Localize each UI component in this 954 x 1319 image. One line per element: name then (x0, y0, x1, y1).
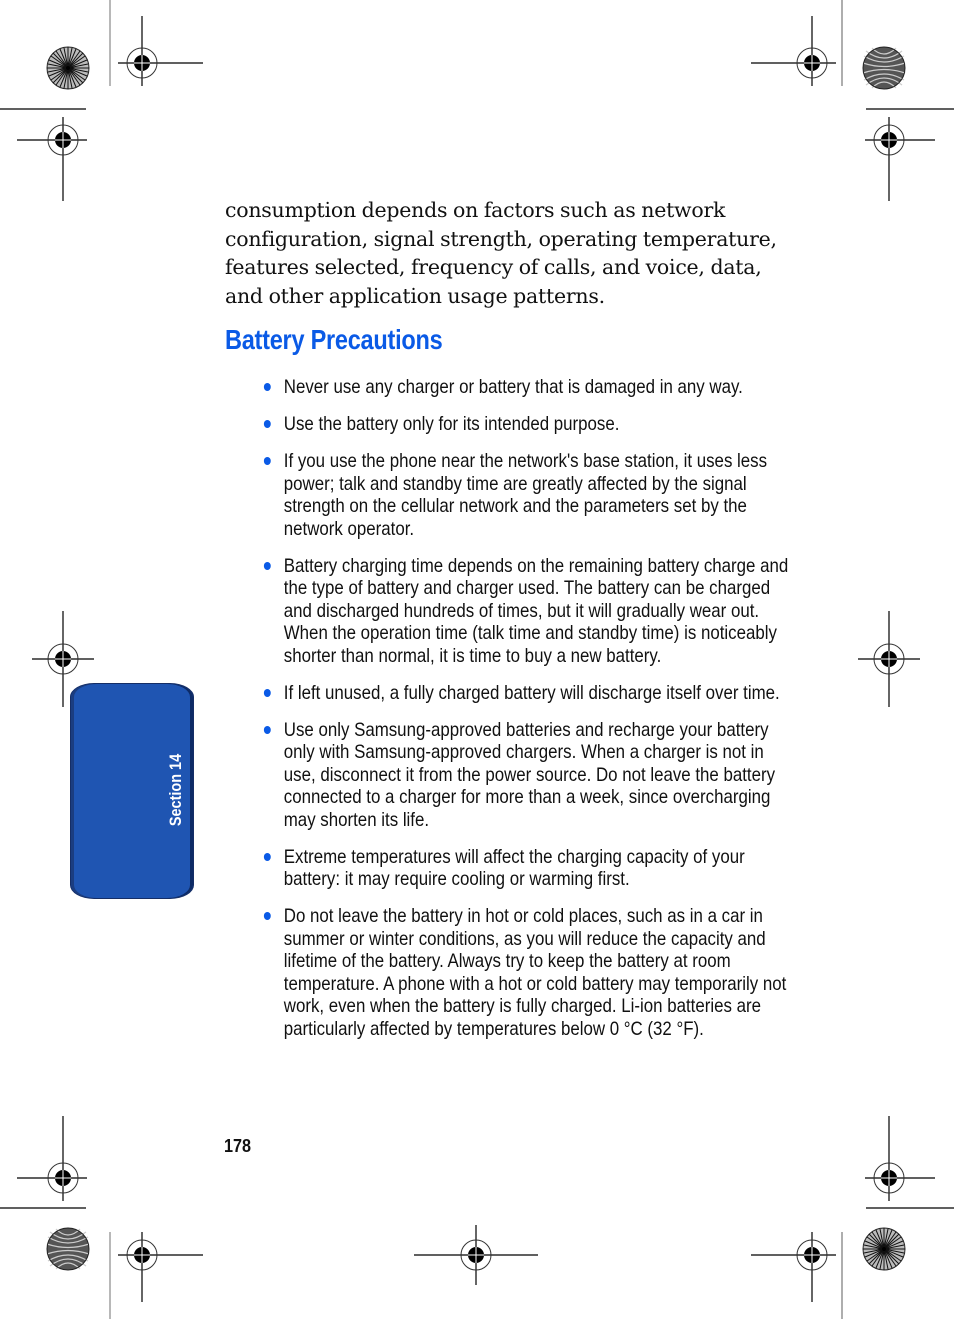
bullet-icon (263, 725, 271, 734)
bullet-icon (263, 561, 271, 570)
precautions-list: Never use any charger or battery that is… (263, 376, 799, 1055)
crosshair-target-icon (751, 16, 836, 86)
bullet-icon (263, 688, 271, 697)
list-item-text: Battery charging time depends on the rem… (283, 554, 789, 667)
list-item: If left unused, a fully charged battery … (263, 682, 799, 705)
list-item-text: If you use the phone near the network's … (283, 450, 768, 540)
crosshair-target-icon (118, 1232, 203, 1302)
page-number: 178 (224, 1136, 252, 1156)
list-item: Battery charging time depends on the rem… (263, 555, 799, 668)
section-tab-label: Section 14 (166, 753, 185, 827)
section-heading: Battery Precautions (225, 324, 443, 355)
list-item: Use only Samsung-approved batteries and … (263, 719, 799, 832)
bullet-icon (263, 383, 271, 391)
bullet-icon (263, 912, 271, 920)
moire-target-icon (46, 1227, 90, 1271)
list-item-text: Use only Samsung-approved batteries and … (283, 718, 776, 831)
intro-paragraph: consumption depends on factors such as n… (225, 198, 777, 309)
starburst-target-icon (46, 46, 90, 90)
bullet-icon (263, 457, 271, 465)
bullet-icon (263, 420, 271, 428)
moire-target-icon (862, 46, 906, 90)
list-item-text: Extreme temperatures will affect the cha… (283, 845, 745, 891)
bullet-icon (263, 852, 271, 861)
crosshair-target-icon (751, 1232, 836, 1302)
list-item-text: Never use any charger or battery that is… (283, 376, 743, 398)
crosshair-target-icon (865, 117, 935, 201)
starburst-target-icon (862, 1227, 906, 1271)
list-item: If you use the phone near the network's … (263, 450, 799, 540)
list-item-text: Do not leave the battery in hot or cold … (283, 905, 787, 1040)
crosshair-target-icon (857, 610, 921, 708)
list-item: Extreme temperatures will affect the cha… (263, 846, 799, 891)
crosshair-target-icon (413, 1224, 539, 1286)
list-item-text: If left unused, a fully charged battery … (283, 681, 780, 704)
crosshair-target-icon (118, 16, 203, 86)
list-item: Never use any charger or battery that is… (263, 376, 799, 399)
crosshair-target-icon (17, 117, 87, 201)
list-item: Use the battery only for its intended pu… (263, 413, 799, 436)
crosshair-target-icon (865, 1116, 935, 1201)
list-item: Do not leave the battery in hot or cold … (263, 905, 799, 1040)
crosshair-target-icon (17, 1116, 87, 1201)
list-item-text: Use the battery only for its intended pu… (283, 413, 620, 435)
